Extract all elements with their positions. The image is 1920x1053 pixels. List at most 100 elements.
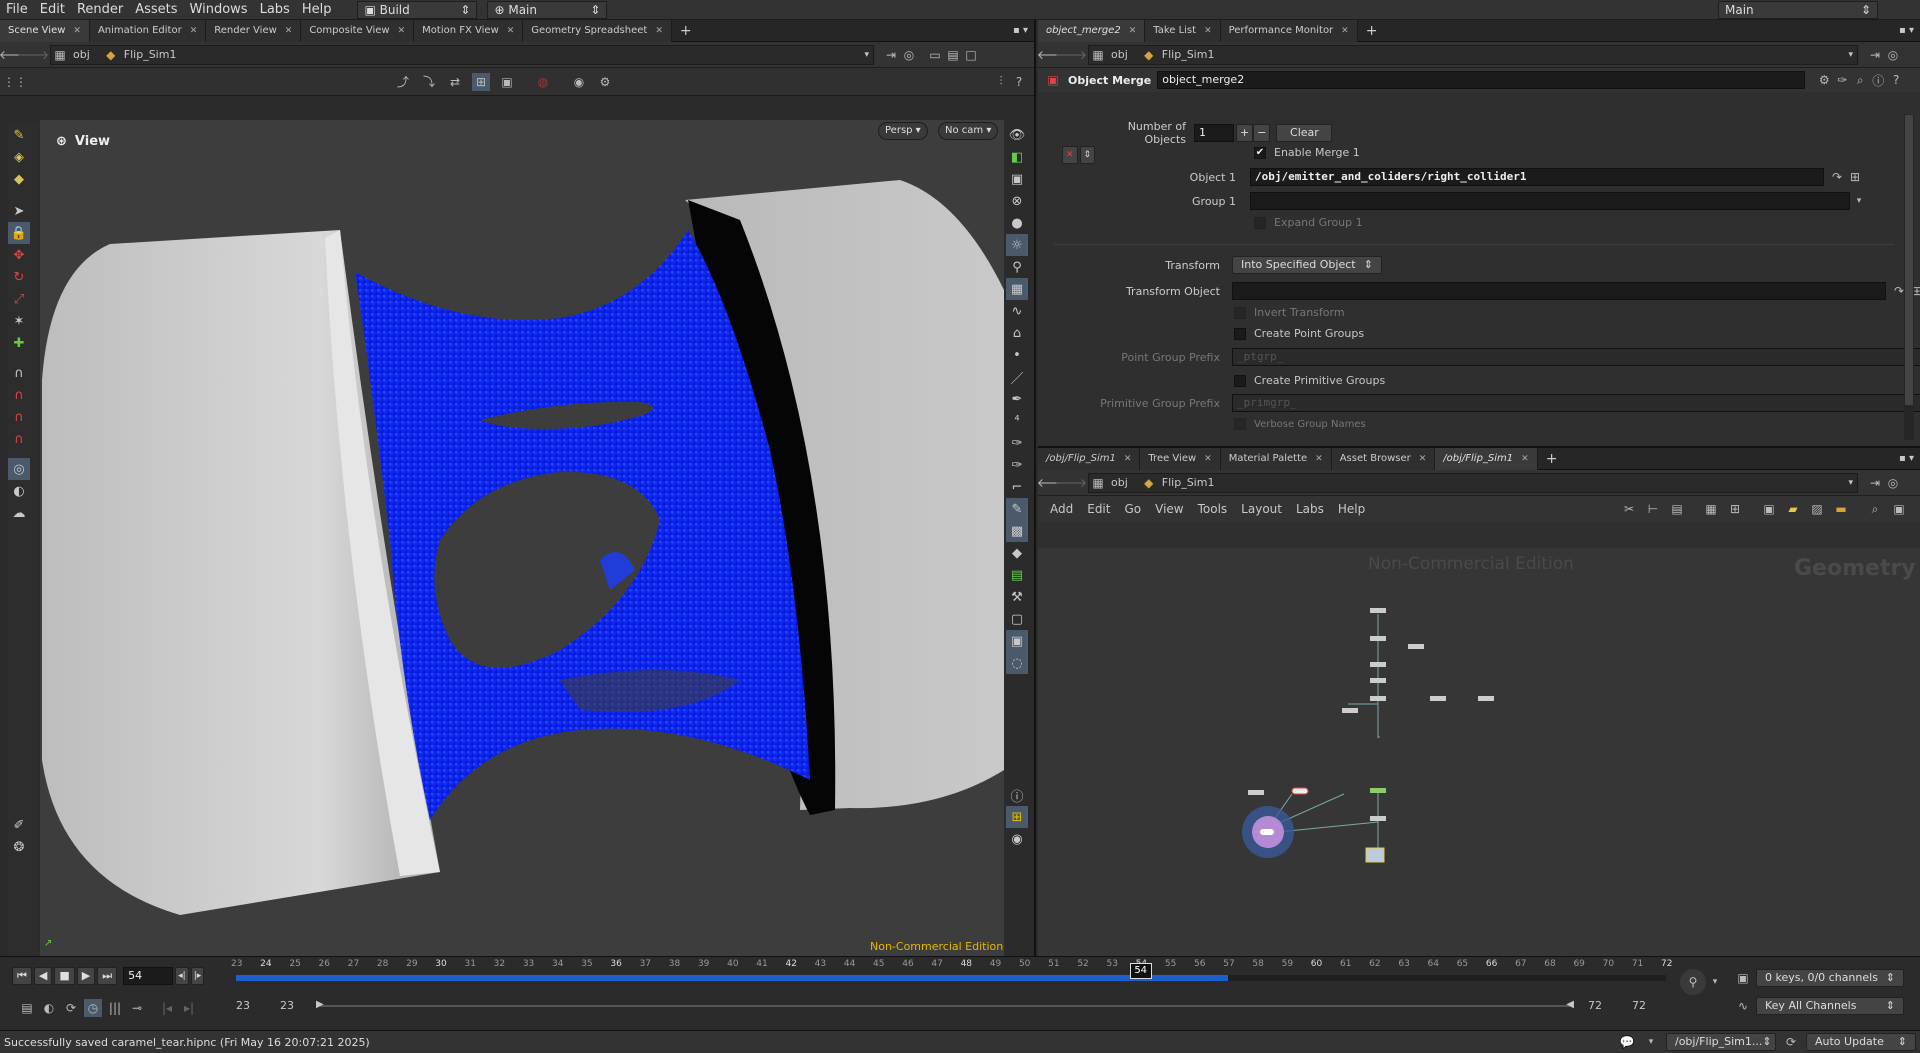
menu-labs[interactable]: Labs bbox=[254, 0, 296, 20]
close-icon[interactable]: ✕ bbox=[1124, 454, 1132, 464]
clock-icon[interactable]: ◷ bbox=[84, 999, 102, 1017]
pose-icon[interactable]: ✶ bbox=[8, 310, 30, 332]
key-icon[interactable]: ⚲ bbox=[1680, 969, 1706, 995]
handle-tool-icon[interactable]: ✎ bbox=[8, 124, 30, 146]
close-icon[interactable]: ✕ bbox=[1521, 454, 1529, 464]
chevron-down-icon[interactable]: ▾ bbox=[1850, 192, 1868, 210]
lock-tool-icon[interactable]: 🔒 bbox=[8, 222, 30, 244]
layout-icon[interactable]: ▣ bbox=[1760, 500, 1778, 518]
display-brush2-icon[interactable]: ✑ bbox=[1006, 454, 1028, 476]
keys-menu[interactable]: 0 keys, 0/0 channels ⇕ bbox=[1756, 969, 1904, 987]
record-icon[interactable]: ◍ bbox=[534, 73, 552, 91]
bottom-tool1-icon[interactable]: ✐ bbox=[8, 814, 30, 836]
forward-arrow-icon[interactable]: 🡒 bbox=[17, 46, 49, 64]
display-corner-icon[interactable]: ⌐ bbox=[1006, 476, 1028, 498]
display-pin-icon[interactable]: ⚲ bbox=[1006, 256, 1028, 278]
tab-composite-view[interactable]: Composite View ✕ bbox=[301, 19, 415, 42]
realtime-icon[interactable]: ◐ bbox=[40, 999, 58, 1017]
close-icon[interactable]: ✕ bbox=[1419, 454, 1427, 464]
update-mode-menu[interactable]: Auto Update ⇕ bbox=[1806, 1033, 1916, 1051]
net-menu-edit[interactable]: Edit bbox=[1087, 502, 1110, 516]
swap-icon[interactable]: ⇄ bbox=[446, 73, 464, 91]
pane-menu-icon[interactable]: ▪ ▾ bbox=[1013, 25, 1028, 36]
create-point-groups-checkbox[interactable] bbox=[1234, 327, 1246, 340]
tab-tree-view[interactable]: Tree View ✕ bbox=[1140, 447, 1221, 470]
close-icon[interactable]: ✕ bbox=[1129, 26, 1137, 36]
remove-instance-icon[interactable]: ✕ bbox=[1062, 146, 1078, 164]
scrollbar-thumb[interactable] bbox=[1905, 115, 1913, 405]
tab-material-palette[interactable]: Material Palette ✕ bbox=[1220, 447, 1332, 470]
range-left-handle[interactable]: ▶ bbox=[316, 999, 324, 1010]
key-filter-icon[interactable]: ⊸ bbox=[128, 999, 146, 1017]
view-tool-icon[interactable]: ◎ bbox=[8, 458, 30, 480]
display-diamond-icon[interactable]: ◆ bbox=[1006, 542, 1028, 564]
stop-icon[interactable]: ■ bbox=[54, 967, 75, 985]
range-end2-field[interactable]: 72 bbox=[1632, 999, 1672, 1012]
channel-icon[interactable]: ▣ bbox=[1734, 969, 1752, 987]
status-path-menu[interactable]: /obj/Flip_Sim1... ⇕ bbox=[1666, 1033, 1776, 1051]
display-brush-icon[interactable]: ✑ bbox=[1006, 432, 1028, 454]
range-slider[interactable]: ▶ ◀ bbox=[316, 999, 1574, 1010]
snap-icon[interactable]: ⤴ bbox=[394, 73, 412, 91]
select-tool-icon[interactable]: ➤ bbox=[8, 200, 30, 222]
range-prev-icon[interactable]: |◂ bbox=[158, 999, 176, 1017]
display-tex-icon[interactable]: ▦ bbox=[1006, 278, 1028, 300]
viewport-3d[interactable]: ⊛ View Persp ▾ No cam ▾ Non-Commercial Ed… bbox=[40, 120, 1004, 960]
search-icon[interactable]: ⌕ bbox=[1851, 71, 1869, 89]
close-icon[interactable]: ✕ bbox=[655, 26, 663, 36]
audio-icon[interactable]: ▤ bbox=[18, 999, 36, 1017]
link-icon[interactable]: ◎ bbox=[1884, 46, 1902, 64]
display-line-icon[interactable]: ／ bbox=[1006, 366, 1028, 388]
camera-icon[interactable]: ◉ bbox=[570, 73, 588, 91]
group1-field[interactable] bbox=[1250, 192, 1850, 210]
range-start2-field[interactable]: 23 bbox=[280, 999, 320, 1012]
options-icon[interactable]: ⫶ bbox=[992, 73, 1010, 91]
pose-tool-icon[interactable]: ◈ bbox=[8, 146, 30, 168]
display-sphere-icon[interactable]: ● bbox=[1006, 212, 1028, 234]
menu-assets[interactable]: Assets bbox=[129, 0, 183, 20]
add-tab-icon[interactable]: + bbox=[672, 20, 700, 42]
jump-icon[interactable]: ↷ bbox=[1828, 168, 1846, 186]
help-icon[interactable]: ? bbox=[1887, 71, 1905, 89]
pane-menu-icon[interactable]: ▪ ▾ bbox=[1899, 25, 1914, 36]
display-num-icon[interactable]: ⁴ bbox=[1006, 410, 1028, 432]
move-tool-icon[interactable]: ✥ bbox=[8, 244, 30, 266]
camera-menu[interactable]: No cam ▾ bbox=[938, 122, 999, 140]
link-icon[interactable]: ◎ bbox=[1884, 474, 1902, 492]
tab-render-view[interactable]: Render View ✕ bbox=[206, 19, 302, 42]
menu-help[interactable]: Help bbox=[296, 0, 338, 20]
pin-icon[interactable]: ⇥ bbox=[882, 46, 900, 64]
snapshot-icon[interactable]: ▤ bbox=[944, 46, 962, 64]
net-menu-labs[interactable]: Labs bbox=[1296, 502, 1324, 516]
refresh-icon[interactable]: ⟳ bbox=[1782, 1033, 1800, 1051]
menu-render[interactable]: Render bbox=[71, 0, 129, 20]
grid-icon[interactable]: ⋮⋮ bbox=[3, 73, 27, 91]
menu-file[interactable]: File bbox=[0, 0, 34, 20]
brush-icon[interactable]: ✑ bbox=[1833, 71, 1851, 89]
close-icon[interactable]: ✕ bbox=[285, 26, 293, 36]
tab-motion-fx-view[interactable]: Motion FX View ✕ bbox=[414, 19, 524, 42]
pin-icon[interactable]: ⇥ bbox=[1866, 474, 1884, 492]
close-icon[interactable]: ✕ bbox=[507, 26, 515, 36]
net-menu-tools[interactable]: Tools bbox=[1198, 502, 1228, 516]
chevron-down-icon[interactable]: ▾ bbox=[1642, 1033, 1660, 1051]
range-end-field[interactable]: 72 bbox=[1588, 999, 1632, 1012]
display-pen2-icon[interactable]: ✎ bbox=[1006, 498, 1028, 520]
loop-icon[interactable]: ⟳ bbox=[62, 999, 80, 1017]
display-lock-icon[interactable]: ▣ bbox=[1006, 168, 1028, 190]
tab-performance-monitor[interactable]: Performance Monitor ✕ bbox=[1220, 19, 1358, 42]
display-curve-icon[interactable]: ∿ bbox=[1006, 300, 1028, 322]
close-icon[interactable]: ✕ bbox=[73, 26, 81, 36]
add-tab-icon[interactable]: + bbox=[1358, 20, 1386, 42]
insert-instance-icon[interactable]: ⇕ bbox=[1079, 146, 1096, 164]
grid-view-icon[interactable]: ▦ bbox=[1702, 500, 1720, 518]
layout-icon[interactable]: ▭ bbox=[926, 46, 944, 64]
network-editor[interactable]: Non-Commercial Edition Geometry ✕ bbox=[1038, 548, 1920, 958]
close-icon[interactable]: ✕ bbox=[398, 26, 406, 36]
desktop-select[interactable]: ▣ Build ⇕ bbox=[357, 0, 478, 19]
transform-object-field[interactable] bbox=[1232, 282, 1886, 300]
param-scrollbar[interactable] bbox=[1904, 114, 1914, 440]
snap-prim-icon[interactable]: ⤵ bbox=[420, 73, 438, 91]
display-map-icon[interactable]: ▤ bbox=[1006, 564, 1028, 586]
maximize-icon[interactable]: □ bbox=[962, 46, 980, 64]
